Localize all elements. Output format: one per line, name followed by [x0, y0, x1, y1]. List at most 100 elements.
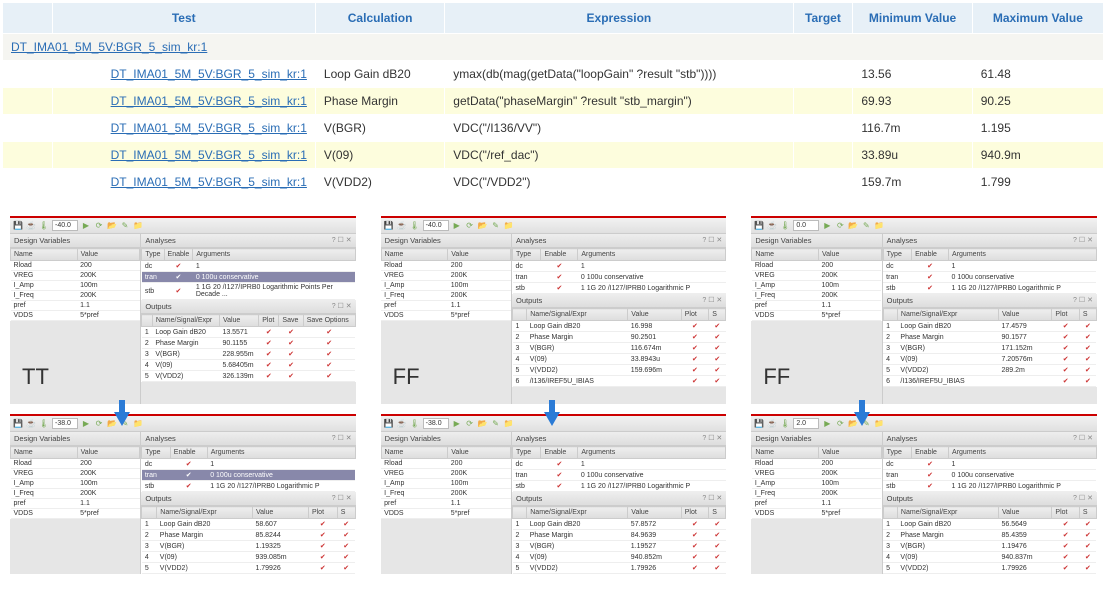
toolbar-icon[interactable]: 🌡 [410, 221, 420, 231]
checkmark-icon[interactable]: ✔ [912, 470, 949, 481]
checkmark-icon[interactable]: ✔ [1079, 376, 1096, 387]
analysis-row[interactable]: dc✔1 [513, 261, 726, 272]
toolbar-icon[interactable]: 💾 [754, 419, 764, 429]
output-row[interactable]: 6/I136/IREF5U_IBIAS✔✔ [883, 376, 1096, 387]
output-row[interactable]: 6/I136/IREF5U_IBIAS✔✔ [883, 574, 1096, 575]
col-header[interactable]: S [709, 309, 726, 321]
checkmark-icon[interactable]: ✔ [1052, 343, 1079, 354]
table-row[interactable]: DT_IMA01_5M_5V:BGR_5_sim_kr:1V(09)VDC("/… [3, 142, 1104, 169]
panel-controls-icon[interactable]: ? ☐ ✕ [332, 494, 352, 503]
output-row[interactable]: 4V(09)5.68405m✔✔✔ [142, 360, 355, 371]
panel-controls-icon[interactable]: ? ☐ ✕ [702, 236, 722, 245]
dv-row[interactable]: I_Freq200K [752, 291, 881, 301]
toolbar-icon[interactable]: ▶ [822, 419, 832, 429]
checkmark-icon[interactable]: ✔ [541, 470, 578, 481]
checkmark-icon[interactable]: ✔ [912, 481, 949, 492]
checkmark-icon[interactable]: ✔ [337, 541, 355, 552]
col-header[interactable]: Type [142, 249, 164, 261]
toolbar-icon[interactable]: 📂 [478, 419, 488, 429]
checkmark-icon[interactable]: ✔ [681, 376, 708, 387]
output-row[interactable]: 3V(BGR)171.152m✔✔ [883, 343, 1096, 354]
col-header[interactable]: Value [628, 309, 681, 321]
checkmark-icon[interactable]: ✔ [337, 519, 355, 530]
dv-row[interactable]: pref1.1 [381, 301, 510, 311]
checkmark-icon[interactable]: ✔ [681, 365, 708, 376]
checkmark-icon[interactable]: ✔ [709, 332, 726, 343]
col-header[interactable] [142, 507, 157, 519]
analysis-row[interactable]: tran✔0 100u conservative [513, 470, 726, 481]
checkmark-icon[interactable]: ✔ [279, 371, 303, 382]
col-header[interactable]: S [337, 507, 355, 519]
col-target[interactable]: Target [793, 3, 853, 34]
dv-row[interactable]: pref1.1 [752, 499, 881, 509]
cell-test[interactable]: DT_IMA01_5M_5V:BGR_5_sim_kr:1 [52, 169, 315, 196]
toolbar-icon[interactable]: ▶ [822, 221, 832, 231]
col-header[interactable]: Value [77, 249, 140, 261]
output-row[interactable]: 3V(BGR)228.955m✔✔✔ [142, 349, 355, 360]
checkmark-icon[interactable]: ✔ [1052, 332, 1079, 343]
checkmark-icon[interactable]: ✔ [912, 283, 949, 294]
col-header[interactable]: Name/Signal/Expr [897, 309, 998, 321]
checkmark-icon[interactable]: ✔ [164, 272, 193, 283]
analysis-row[interactable]: tran✔0 100u conservative [883, 272, 1096, 283]
col-header[interactable]: Type [883, 249, 911, 261]
dv-row[interactable]: VDDS5*pref [752, 311, 881, 321]
checkmark-icon[interactable]: ✔ [709, 530, 726, 541]
dv-row[interactable]: I_Amp100m [752, 281, 881, 291]
panel-controls-icon[interactable]: ? ☐ ✕ [1073, 434, 1093, 443]
col-calculation[interactable]: Calculation [315, 3, 444, 34]
col-header[interactable]: Plot [259, 315, 279, 327]
toolbar-icon[interactable]: 📁 [504, 419, 514, 429]
toolbar-icon[interactable]: 📁 [133, 221, 143, 231]
checkmark-icon[interactable]: ✔ [541, 283, 578, 294]
checkmark-icon[interactable]: ✔ [259, 327, 279, 338]
checkmark-icon[interactable]: ✔ [541, 261, 578, 272]
table-row[interactable]: DT_IMA01_5M_5V:BGR_5_sim_kr:1V(VDD2)VDC(… [3, 169, 1104, 196]
output-row[interactable]: 5V(VDD2)1.79926✔✔ [513, 563, 726, 574]
output-row[interactable]: 3V(BGR)1.19527✔✔ [513, 541, 726, 552]
checkmark-icon[interactable]: ✔ [279, 338, 303, 349]
panel-controls-icon[interactable]: ? ☐ ✕ [702, 434, 722, 443]
dv-row[interactable]: VREG200K [381, 271, 510, 281]
checkmark-icon[interactable]: ✔ [681, 354, 708, 365]
checkmark-icon[interactable]: ✔ [1052, 552, 1079, 563]
col-header[interactable]: Type [513, 249, 541, 261]
checkmark-icon[interactable]: ✔ [279, 360, 303, 371]
col-header[interactable]: Name/Signal/Expr [157, 507, 253, 519]
col-header[interactable]: Value [628, 507, 681, 519]
toolbar-icon[interactable]: ▶ [452, 419, 462, 429]
checkmark-icon[interactable]: ✔ [709, 343, 726, 354]
toolbar-icon[interactable]: 🌡 [780, 419, 790, 429]
temperature-field[interactable]: 0.0 [793, 220, 819, 231]
col-max-value[interactable]: Maximum Value [972, 3, 1103, 34]
output-row[interactable]: 2Phase Margin90.2501✔✔ [513, 332, 726, 343]
col-header[interactable]: Value [448, 447, 511, 459]
toolbar-icon[interactable]: 🌡 [410, 419, 420, 429]
checkmark-icon[interactable]: ✔ [681, 343, 708, 354]
col-header[interactable]: Plot [1052, 309, 1079, 321]
dv-row[interactable]: pref1.1 [11, 499, 140, 509]
output-row[interactable]: 4V(09)940.852m✔✔ [513, 552, 726, 563]
checkmark-icon[interactable]: ✔ [259, 349, 279, 360]
dv-row[interactable]: Rload200 [11, 459, 140, 469]
dv-row[interactable]: Rload200 [11, 261, 140, 271]
toolbar-icon[interactable]: 📂 [107, 221, 117, 231]
col-header[interactable]: Arguments [578, 249, 726, 261]
col-header[interactable]: Name [11, 447, 78, 459]
checkmark-icon[interactable]: ✔ [681, 563, 708, 574]
analysis-row[interactable]: stb✔1 1G 20 /I127/IPRB0 Logarithmic P [513, 481, 726, 492]
col-test[interactable]: Test [52, 3, 315, 34]
dv-row[interactable]: I_Amp100m [752, 479, 881, 489]
output-row[interactable]: 5V(VDD2)159.696m✔✔ [513, 365, 726, 376]
col-header[interactable]: Value [77, 447, 140, 459]
checkmark-icon[interactable]: ✔ [1079, 332, 1096, 343]
panel-controls-icon[interactable]: ? ☐ ✕ [702, 494, 722, 503]
checkmark-icon[interactable]: ✔ [709, 574, 726, 575]
panel-controls-icon[interactable]: ? ☐ ✕ [332, 302, 352, 311]
dv-row[interactable]: VDDS5*pref [381, 509, 510, 519]
panel-controls-icon[interactable]: ? ☐ ✕ [332, 434, 352, 443]
col-header[interactable]: Type [142, 447, 170, 459]
table-row[interactable]: DT_IMA01_5M_5V:BGR_5_sim_kr:1Loop Gain d… [3, 61, 1104, 88]
col-header[interactable] [513, 507, 527, 519]
col-header[interactable]: Name/Signal/Expr [152, 315, 219, 327]
